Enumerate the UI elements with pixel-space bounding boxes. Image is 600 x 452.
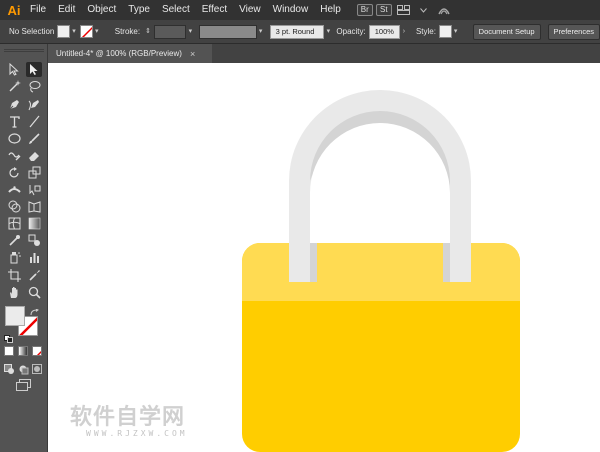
- gpu-performance-icon[interactable]: [436, 3, 452, 17]
- arrange-documents-icon[interactable]: [396, 3, 412, 17]
- close-icon[interactable]: ×: [190, 49, 195, 59]
- symbol-sprayer-icon[interactable]: [6, 250, 22, 265]
- document-tab[interactable]: Untitled-4* @ 100% (RGB/Preview) ×: [48, 44, 212, 63]
- lock-shackle-leg-right-shade: [443, 243, 450, 282]
- panel-grip[interactable]: [4, 49, 44, 52]
- chevron-down-icon[interactable]: ▾: [70, 25, 78, 38]
- preferences-button[interactable]: Preferences: [547, 23, 600, 40]
- gradient-mode-icon[interactable]: [18, 346, 28, 356]
- gradient-icon[interactable]: [26, 216, 42, 231]
- illustrator-window: Ai File Edit Object Type Select Effect V…: [0, 0, 600, 452]
- menu-type[interactable]: Type: [122, 0, 156, 20]
- zoom-icon[interactable]: [26, 285, 42, 300]
- menu-help[interactable]: Help: [314, 0, 347, 20]
- chevron-right-icon[interactable]: ›: [400, 25, 408, 38]
- draw-inside-icon[interactable]: [32, 362, 43, 374]
- lock-shackle-leg-left-shade: [310, 243, 317, 282]
- mesh-icon[interactable]: [6, 216, 22, 231]
- lasso-icon[interactable]: [26, 79, 42, 94]
- stroke-swatch[interactable]: [80, 25, 93, 38]
- variable-width-profile[interactable]: [199, 24, 257, 39]
- brush-definition[interactable]: 3 pt. Round: [269, 24, 325, 39]
- watermark: 软件自学网 WWW.RJZXW.COM: [70, 399, 188, 438]
- menu-file[interactable]: File: [26, 0, 52, 20]
- direct-selection-tool-icon[interactable]: [26, 62, 42, 77]
- eraser-icon[interactable]: [26, 148, 42, 163]
- swap-fill-stroke-icon[interactable]: [30, 304, 40, 316]
- lock-shackle-leg-left: [289, 243, 310, 282]
- menu-object[interactable]: Object: [81, 0, 122, 20]
- watermark-url: WWW.RJZXW.COM: [86, 429, 188, 438]
- chevron-down-icon[interactable]: ▾: [324, 25, 332, 38]
- lock-shackle-leg-right: [450, 243, 471, 282]
- graphic-style-swatch[interactable]: [438, 25, 452, 38]
- tools-panel: [0, 44, 48, 452]
- ellipse-tool-icon[interactable]: [6, 131, 22, 146]
- menu-bar: Ai File Edit Object Type Select Effect V…: [0, 0, 600, 20]
- menu-select[interactable]: Select: [156, 0, 196, 20]
- scale-icon[interactable]: [26, 165, 42, 180]
- selection-status: No Selection: [9, 27, 55, 36]
- stepper-icon[interactable]: ⇕: [144, 25, 152, 38]
- selection-tool-icon[interactable]: [6, 62, 22, 77]
- width-tool-icon[interactable]: [6, 182, 22, 197]
- bridge-button[interactable]: Br: [356, 4, 373, 16]
- style-label: Style:: [415, 27, 436, 36]
- eyedropper-icon[interactable]: [6, 233, 22, 248]
- control-bar: No Selection ▾ ▾ Stroke: ⇕ ▾ ▾ 3 pt. Rou…: [0, 20, 600, 44]
- artboard-canvas[interactable]: 软件自学网 WWW.RJZXW.COM: [48, 63, 600, 452]
- none-mode-icon[interactable]: [32, 346, 42, 356]
- stroke-label: Stroke:: [114, 27, 141, 36]
- slice-icon[interactable]: [26, 268, 42, 283]
- color-mode-icon[interactable]: [4, 346, 14, 356]
- document-setup-button[interactable]: Document Setup: [472, 23, 541, 40]
- fill-color-box[interactable]: [5, 306, 25, 326]
- graph-icon[interactable]: [26, 250, 42, 265]
- type-tool-icon[interactable]: [6, 114, 22, 129]
- rotate-icon[interactable]: [6, 165, 22, 180]
- pen-tool-icon[interactable]: [6, 97, 22, 112]
- chevron-down-icon[interactable]: ▾: [257, 25, 265, 38]
- perspective-icon[interactable]: [26, 199, 42, 214]
- draw-normal-icon[interactable]: [4, 362, 15, 374]
- chevron-down-icon[interactable]: ▾: [452, 25, 460, 38]
- artboard-icon[interactable]: [6, 268, 22, 283]
- shape-builder-icon[interactable]: [6, 199, 22, 214]
- menu-window[interactable]: Window: [267, 0, 315, 20]
- stroke-weight-field[interactable]: [154, 24, 187, 39]
- blend-icon[interactable]: [26, 233, 42, 248]
- app-logo: Ai: [7, 2, 21, 18]
- lock-body-top: [242, 243, 520, 301]
- curvature-icon[interactable]: [26, 97, 42, 112]
- menu-edit[interactable]: Edit: [52, 0, 81, 20]
- shaper-icon[interactable]: [6, 148, 22, 163]
- padlock-artwork[interactable]: [48, 63, 600, 452]
- free-transform-icon[interactable]: [26, 182, 42, 197]
- chevron-down-icon[interactable]: ▾: [93, 25, 101, 38]
- watermark-title: 软件自学网: [70, 405, 186, 430]
- document-tab-title: Untitled-4* @ 100% (RGB/Preview): [56, 49, 182, 58]
- opacity-field[interactable]: 100%: [368, 24, 400, 39]
- hand-icon[interactable]: [6, 285, 22, 300]
- document-tab-bar: Untitled-4* @ 100% (RGB/Preview) ×: [48, 44, 600, 63]
- menu-effect[interactable]: Effect: [196, 0, 233, 20]
- magic-wand-icon[interactable]: [6, 79, 22, 94]
- fill-swatch[interactable]: [57, 25, 71, 38]
- line-tool-icon[interactable]: [26, 114, 42, 129]
- draw-behind-icon[interactable]: [18, 362, 29, 375]
- default-colors-icon[interactable]: [4, 330, 13, 343]
- chevron-down-icon[interactable]: [416, 3, 432, 17]
- opacity-label: Opacity:: [336, 27, 366, 36]
- screen-mode-icon[interactable]: [16, 378, 32, 391]
- stock-button[interactable]: St: [375, 4, 392, 16]
- paintbrush-icon[interactable]: [26, 131, 42, 146]
- chevron-down-icon[interactable]: ▾: [186, 25, 194, 38]
- menu-view[interactable]: View: [233, 0, 267, 20]
